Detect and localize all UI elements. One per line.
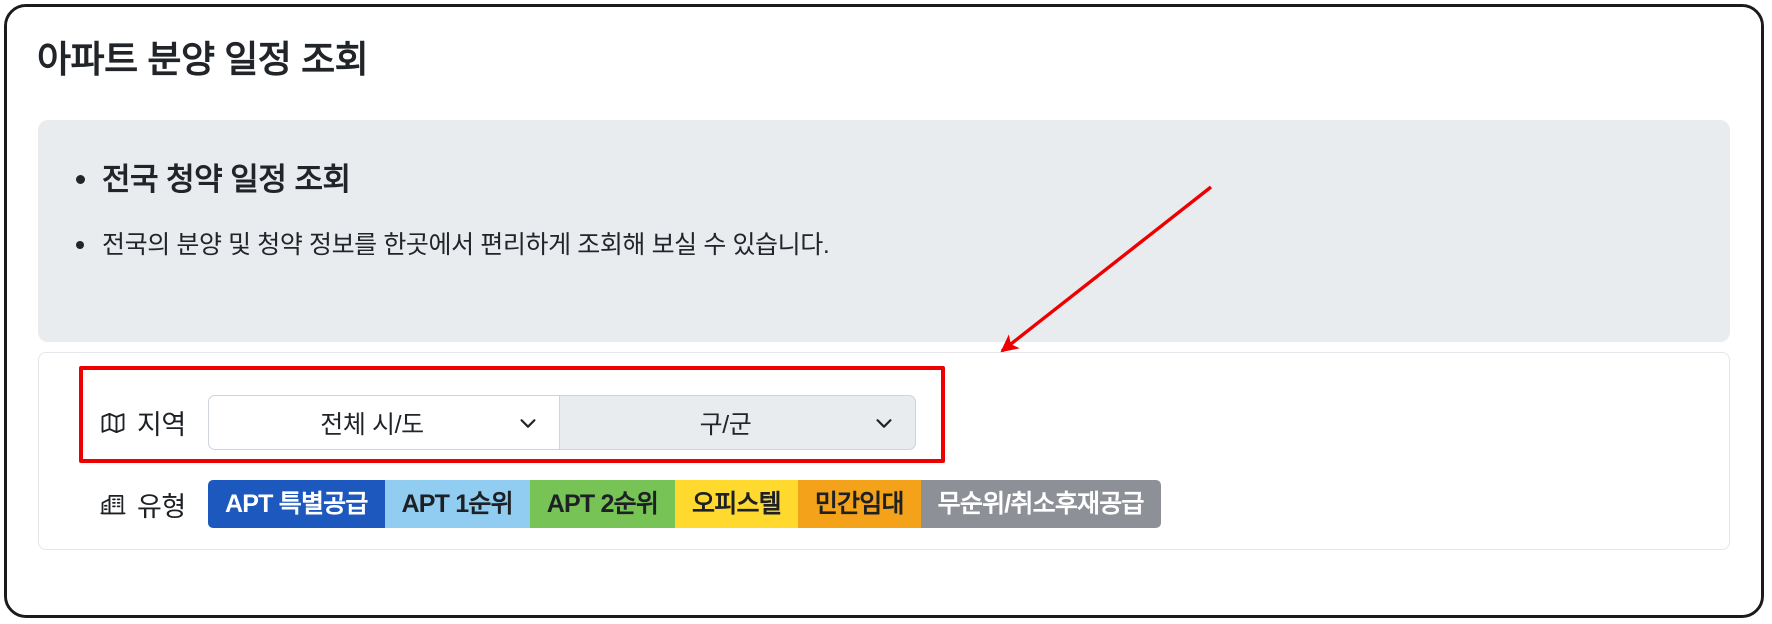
info-description: 전국의 분양 및 청약 정보를 한곳에서 편리하게 조회해 보실 수 있습니다.: [76, 228, 1730, 262]
type-option-button[interactable]: APT 특별공급: [208, 480, 385, 528]
type-label-text: 유형: [137, 491, 186, 522]
region-label-text: 지역: [137, 410, 186, 440]
region-select-group: 전체 시/도 구/군: [208, 395, 916, 450]
map-icon: [98, 408, 128, 438]
region-filter-row: 지역 전체 시/도 구/군: [98, 395, 916, 450]
gugun-select-value: 구/군: [699, 410, 752, 439]
gugun-select[interactable]: 구/군: [560, 395, 916, 450]
sido-select[interactable]: 전체 시/도: [208, 395, 560, 450]
type-option-button[interactable]: 무순위/취소후재공급: [920, 480, 1161, 528]
info-heading: 전국 청약 일정 조회: [76, 160, 1730, 200]
region-label: 지역: [98, 403, 208, 442]
page-surface: 아파트 분양 일정 조회 전국 청약 일정 조회 전국의 분양 및 청약 정보를…: [7, 7, 1761, 615]
type-option-button[interactable]: APT 1순위: [384, 480, 530, 528]
filter-card: 지역 전체 시/도 구/군 유형 APT 특별공급 APT 1순위 APT 2순…: [38, 352, 1730, 550]
type-option-button[interactable]: APT 2순위: [529, 480, 676, 528]
type-button-group: APT 특별공급 APT 1순위 APT 2순위 오피스텔 민간임대 무순위/취소후재공급: [208, 480, 1161, 528]
sido-select-value: 전체 시/도: [320, 410, 424, 439]
info-list: 전국 청약 일정 조회 전국의 분양 및 청약 정보를 한곳에서 편리하게 조회…: [38, 120, 1730, 262]
browser-window: 아파트 분양 일정 조회 전국 청약 일정 조회 전국의 분양 및 청약 정보를…: [4, 4, 1764, 618]
type-label: 유형: [98, 485, 208, 524]
building-icon: [98, 489, 128, 519]
info-panel: 전국 청약 일정 조회 전국의 분양 및 청약 정보를 한곳에서 편리하게 조회…: [38, 120, 1730, 342]
chevron-down-icon: [517, 412, 539, 434]
chevron-down-icon: [873, 412, 895, 434]
type-filter-row: 유형 APT 특별공급 APT 1순위 APT 2순위 오피스텔 민간임대 무순위/취소후…: [98, 480, 1161, 528]
type-option-button[interactable]: 오피스텔: [675, 480, 798, 528]
page-title: 아파트 분양 일정 조회: [37, 39, 369, 80]
type-option-button[interactable]: 민간임대: [797, 480, 921, 528]
